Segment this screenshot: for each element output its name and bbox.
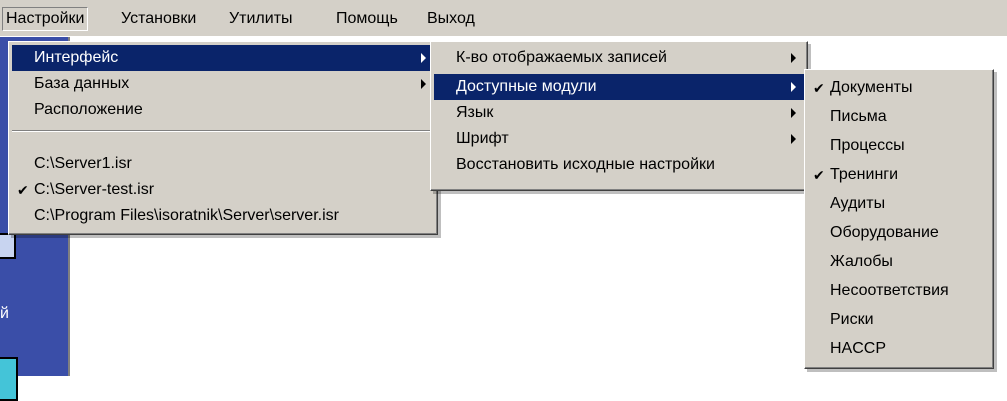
- document-icon: [0, 233, 16, 259]
- menu-item-interface[interactable]: Интерфейс: [12, 45, 434, 71]
- menu-item-restore-defaults[interactable]: Восстановить исходные настройки: [434, 152, 804, 178]
- module-risks[interactable]: Риски: [808, 307, 990, 333]
- menu-item-language[interactable]: Язык: [434, 100, 804, 126]
- submenu-arrow-icon: [791, 108, 796, 118]
- submenu-arrow-icon: [791, 82, 796, 92]
- recent-file-1[interactable]: C:\Server1.isr: [12, 151, 434, 177]
- recent-file-2[interactable]: ✔ C:\Server-test.isr: [12, 177, 434, 203]
- menu-install[interactable]: Установки: [118, 8, 199, 30]
- menu-bar: Настройки Установки Утилиты Помощь Выход: [0, 0, 1007, 37]
- menu-settings[interactable]: Настройки: [2, 7, 89, 31]
- submenu-arrow-icon: [421, 79, 426, 89]
- recent-file-3[interactable]: C:\Program Files\isoratnik\Server\server…: [12, 203, 434, 229]
- module-complaints[interactable]: Жалобы: [808, 249, 990, 275]
- modules-submenu: ✔ Документы Письма Процессы ✔ Тренинги А…: [804, 69, 994, 369]
- menu-item-database[interactable]: База данных: [12, 71, 434, 97]
- submenu-arrow-icon: [791, 53, 796, 63]
- module-nonconformities[interactable]: Несоответствия: [808, 278, 990, 304]
- module-equipment[interactable]: Оборудование: [808, 220, 990, 246]
- module-letters[interactable]: Письма: [808, 104, 990, 130]
- module-processes[interactable]: Процессы: [808, 133, 990, 159]
- settings-dropdown: Интерфейс База данных Расположение C:\Se…: [8, 41, 438, 235]
- menu-exit[interactable]: Выход: [424, 8, 478, 30]
- menu-utilities[interactable]: Утилиты: [226, 8, 296, 30]
- submenu-arrow-icon: [421, 53, 426, 63]
- module-audits[interactable]: Аудиты: [808, 191, 990, 217]
- interface-submenu: К-во отображаемых записей Доступные моду…: [430, 41, 808, 191]
- check-icon: ✔: [813, 167, 825, 183]
- check-icon: ✔: [17, 182, 29, 198]
- menu-item-available-modules[interactable]: Доступные модули: [434, 74, 804, 100]
- menu-separator: [12, 130, 434, 132]
- module-haccp[interactable]: HACCP: [808, 336, 990, 362]
- menu-help[interactable]: Помощь: [333, 8, 401, 30]
- menu-item-font[interactable]: Шрифт: [434, 126, 804, 152]
- module-documents[interactable]: ✔ Документы: [808, 75, 990, 101]
- submenu-arrow-icon: [791, 134, 796, 144]
- check-icon: ✔: [813, 80, 825, 96]
- left-panel-text: й: [0, 305, 9, 322]
- module-trainings[interactable]: ✔ Тренинги: [808, 162, 990, 188]
- folder-icon: [0, 357, 18, 401]
- menu-item-location[interactable]: Расположение: [12, 97, 434, 123]
- menu-item-records-count[interactable]: К-во отображаемых записей: [434, 45, 804, 71]
